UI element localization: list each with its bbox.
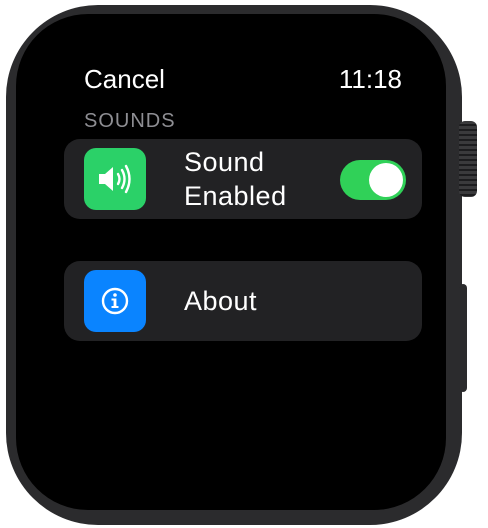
about-label: About bbox=[184, 286, 258, 316]
section-header: SOUNDS bbox=[84, 110, 176, 132]
sound-enabled-label: Sound Enabled bbox=[184, 147, 287, 211]
digital-crown[interactable] bbox=[459, 121, 477, 197]
side-button[interactable] bbox=[459, 284, 467, 392]
sound-enabled-toggle[interactable] bbox=[340, 160, 406, 200]
status-bar: Cancel 11:18 bbox=[34, 32, 428, 102]
watch-screen: Cancel 11:18 SOUNDS Sound Enabled About bbox=[34, 32, 428, 492]
cancel-button[interactable]: Cancel bbox=[84, 64, 165, 95]
info-icon bbox=[84, 270, 146, 332]
about-row[interactable]: About bbox=[64, 261, 422, 341]
sound-enabled-row[interactable]: Sound Enabled bbox=[64, 139, 422, 219]
toggle-knob bbox=[369, 163, 403, 197]
speaker-icon bbox=[84, 148, 146, 210]
clock: 11:18 bbox=[338, 64, 402, 94]
